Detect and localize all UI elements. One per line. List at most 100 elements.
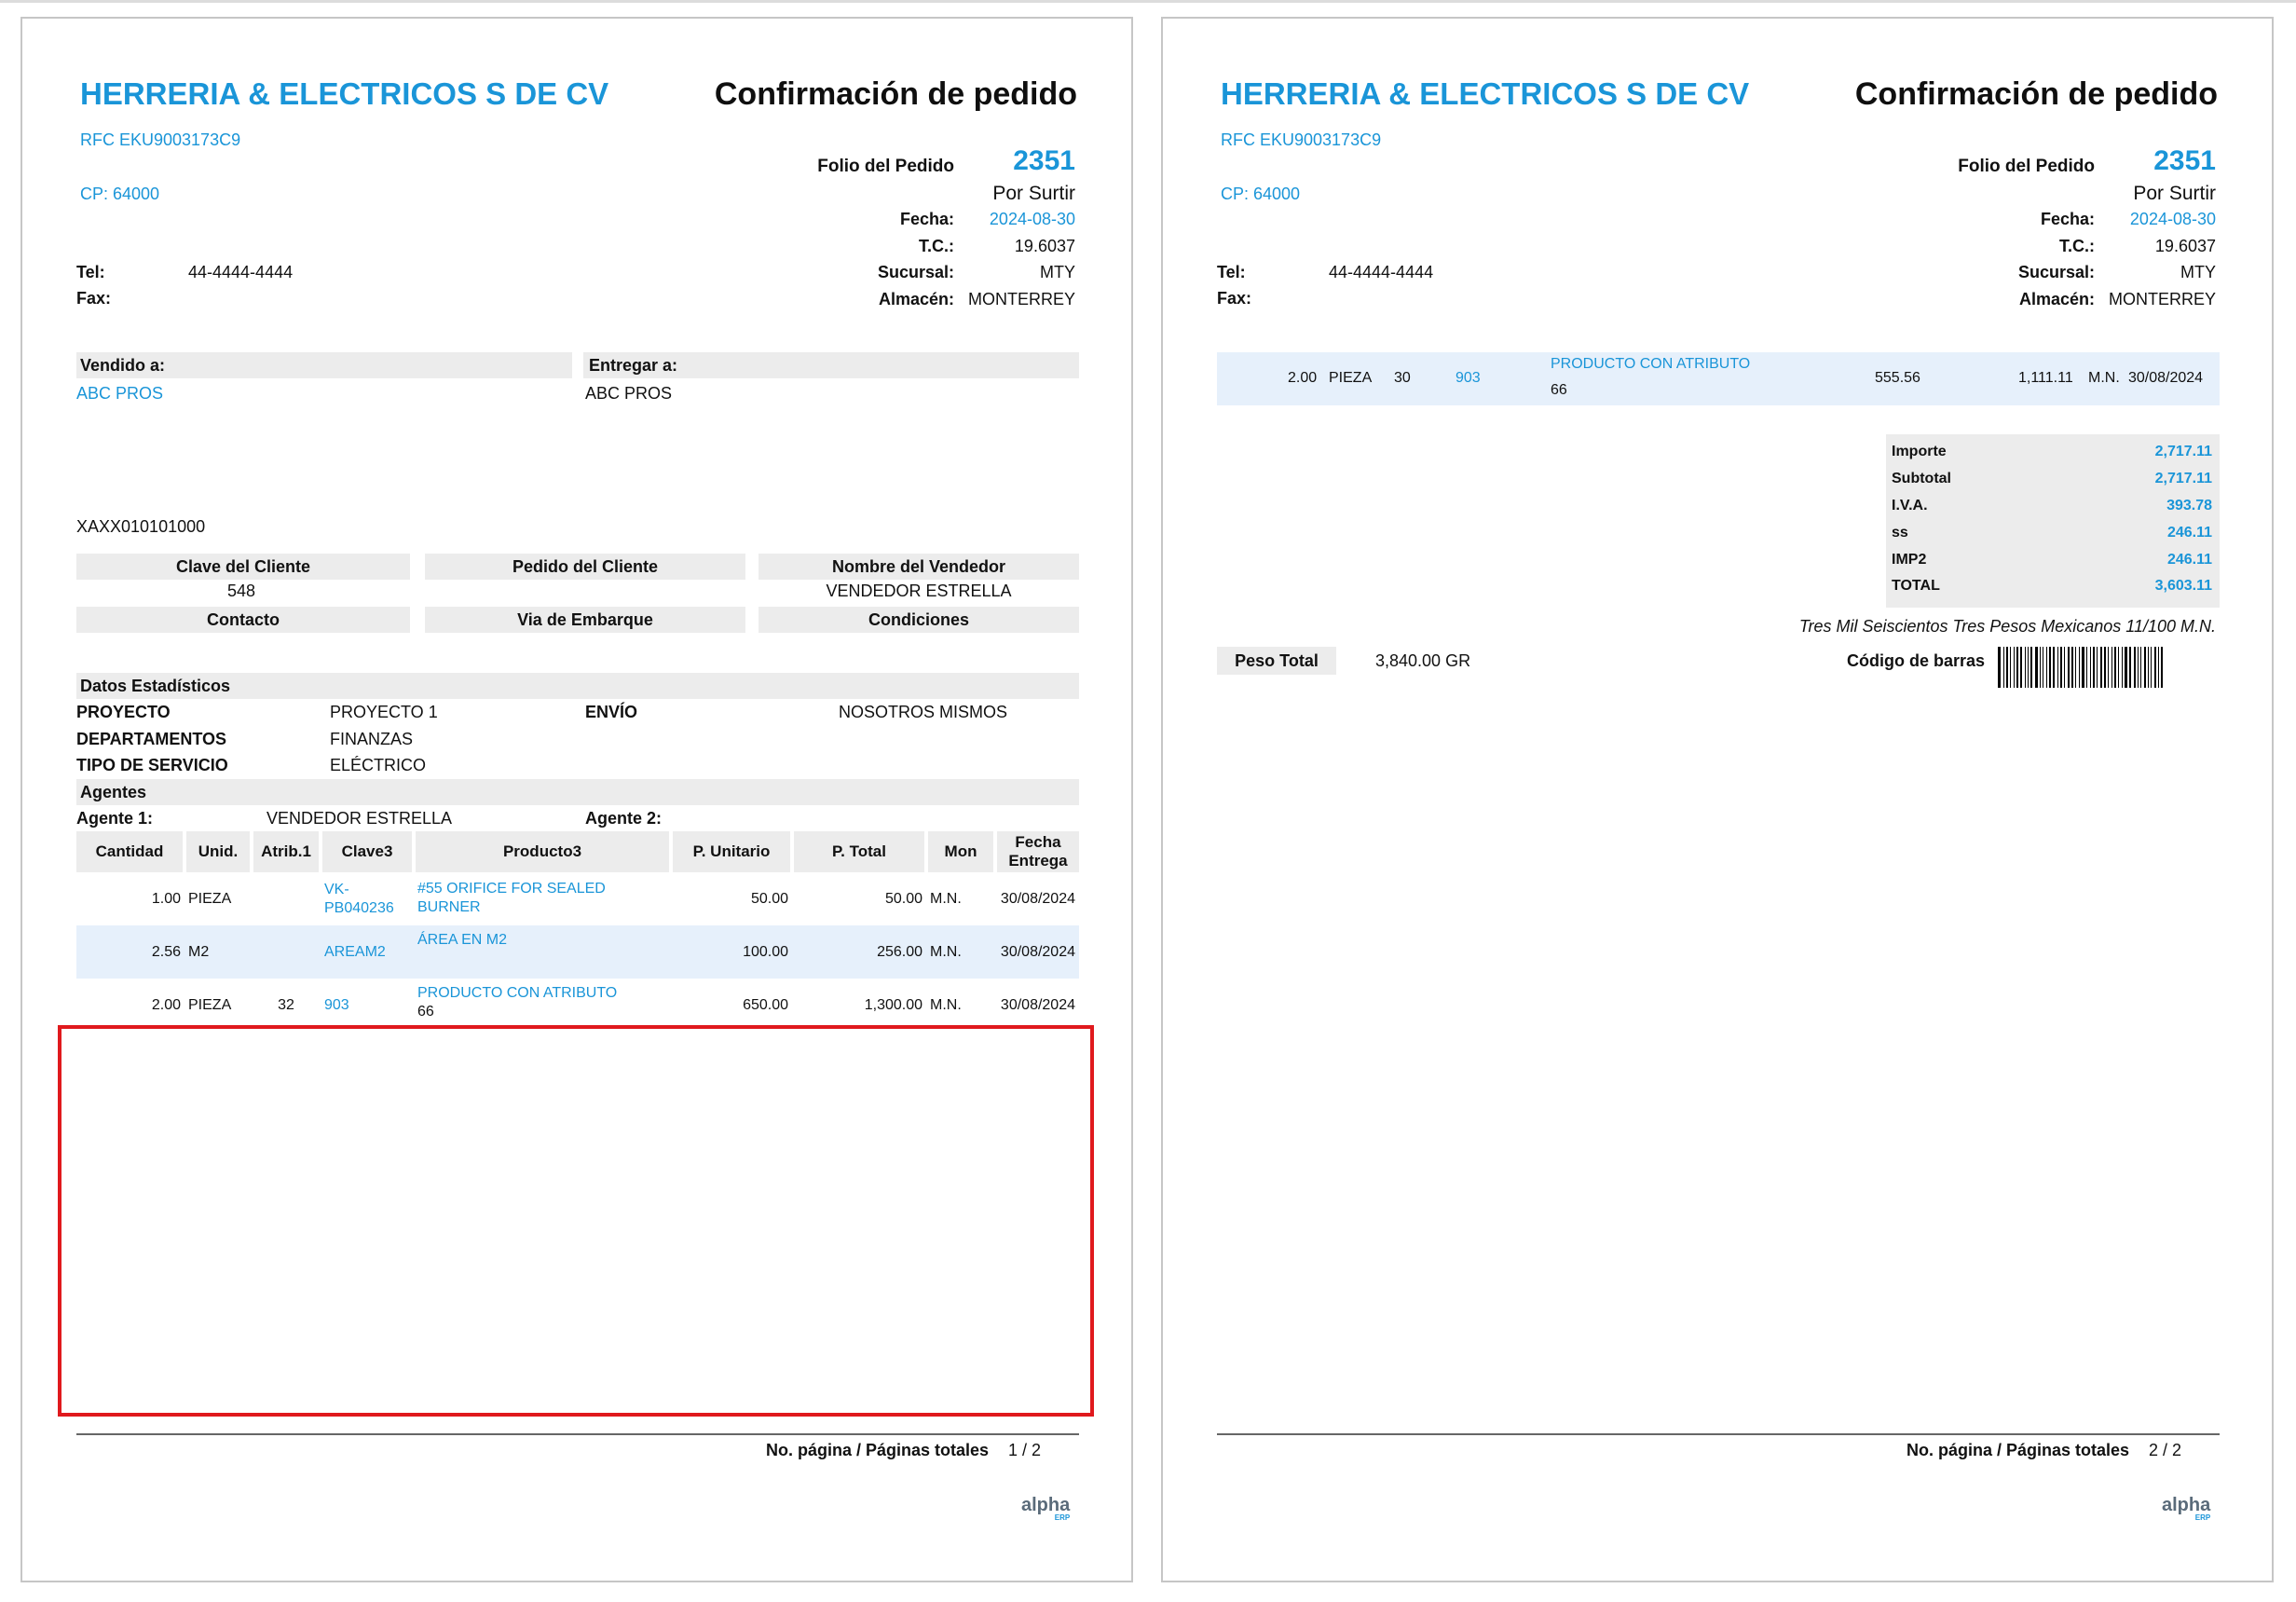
sucursal-label: Sucursal: [2017, 263, 2095, 281]
pedido-cliente-label: Pedido del Cliente [425, 554, 745, 580]
row-unit: PIEZA [188, 890, 232, 907]
order-status: Por Surtir [2133, 183, 2216, 204]
col-fecha-entrega: Fecha Entrega [995, 831, 1079, 872]
departamentos-label: DEPARTAMENTOS [76, 730, 227, 748]
items-table: Cantidad Unid. Atrib.1 Clave3 Producto3 … [76, 831, 1079, 1032]
company-rfc: RFC EKU9003173C9 [80, 130, 241, 149]
document-page-1: HERRERIA & ELECTRICOS S DE CV Confirmaci… [20, 17, 1133, 1582]
clave-cliente-value: 548 [226, 582, 256, 600]
importe-value: 2,717.11 [2154, 444, 2212, 459]
iva-label: I.V.A. [1892, 498, 1928, 513]
tipo-servicio-label: TIPO DE SERVICIO [76, 756, 228, 774]
row-punit: 555.56 [1875, 370, 1920, 386]
order-status: Por Surtir [992, 183, 1075, 204]
row-ptotal: 1,300.00 [864, 996, 922, 1013]
row-fecha: 30/08/2024 [995, 925, 1079, 979]
row-fecha: 30/08/2024 [1000, 996, 1075, 1013]
subtotal-value: 2,717.11 [2154, 471, 2212, 486]
row-producto: ÁREA EN M2 [414, 925, 671, 979]
peso-total-label: Peso Total [1217, 647, 1336, 675]
fecha-value: 2024-08-30 [2129, 210, 2216, 228]
almacen-value: MONTERREY [967, 290, 1075, 308]
envio-value: NOSOTROS MISMOS [839, 703, 1008, 721]
agents-title: Agentes [80, 783, 147, 801]
row-producto-attr: 66 [1551, 382, 1567, 398]
col-moneda: Mon [926, 831, 997, 872]
departamentos-value: FINANZAS [330, 730, 414, 748]
document-title: Confirmación de pedido [714, 76, 1077, 112]
row-clave: 903 [1456, 370, 1481, 386]
folio-label: Folio del Pedido [817, 157, 954, 176]
ss-value: 246.11 [2166, 525, 2212, 541]
row-moneda: M.N. [2088, 370, 2120, 386]
table-header-row: Cantidad Unid. Atrib.1 Clave3 Producto3 … [76, 831, 1079, 872]
row-quantity: 2.00 [151, 996, 181, 1013]
row-producto: PRODUCTO CON ATRIBUTO 66 [417, 985, 618, 1020]
fax-label: Fax: [1217, 289, 1252, 308]
vendedor-value: VENDEDOR ESTRELLA [826, 582, 1012, 600]
imp2-label: IMP2 [1892, 552, 1927, 568]
company-rfc: RFC EKU9003173C9 [1221, 130, 1382, 149]
col-precio-total: P. Total [792, 831, 928, 872]
vendedor-label: Nombre del Vendedor [758, 554, 1079, 580]
entregar-label: Entregar a: [589, 356, 678, 375]
row-clave: AREAM2 [321, 925, 414, 979]
total-in-words: Tres Mil Seiscientos Tres Pesos Mexicano… [1798, 617, 2216, 636]
page-number-value: 2 / 2 [2149, 1441, 2182, 1459]
almacen-label: Almacén: [2018, 290, 2095, 308]
envio-label: ENVÍO [585, 703, 638, 721]
fecha-value: 2024-08-30 [989, 210, 1075, 228]
imp2-value: 246.11 [2166, 552, 2212, 568]
col-cantidad: Cantidad [76, 831, 186, 872]
stats-title: Datos Estadísticos [80, 677, 231, 695]
tc-value: 19.6037 [1014, 237, 1075, 255]
col-clave: Clave3 [321, 831, 416, 872]
agente1-value: VENDEDOR ESTRELLA [266, 809, 453, 828]
tc-label: T.C.: [2059, 237, 2095, 255]
via-embarque-label: Via de Embarque [425, 607, 745, 633]
empty-area-highlight [58, 1025, 1094, 1417]
row-punit: 650.00 [743, 996, 788, 1013]
company-name: HERRERIA & ELECTRICOS S DE CV [80, 76, 609, 111]
logo-text: alpha [2162, 1495, 2211, 1515]
table-row: 1.00 PIEZA VK-PB040236 #55 ORIFICE FOR S… [76, 872, 1079, 925]
row-quantity: 2.56 [76, 925, 184, 979]
row-unit: PIEZA [1329, 370, 1373, 386]
footer-divider [1217, 1433, 2220, 1435]
row-quantity: 1.00 [151, 890, 181, 907]
agente2-label: Agente 2: [585, 809, 663, 828]
sucursal-label: Sucursal: [877, 263, 954, 281]
row-attr: 32 [278, 996, 294, 1013]
fecha-label: Fecha: [2040, 210, 2095, 228]
company-name: HERRERIA & ELECTRICOS S DE CV [1221, 76, 1750, 111]
row-ptotal: 1,111.11 [2018, 370, 2073, 386]
barcode-image [1998, 647, 2166, 688]
folio-value: 2351 [1013, 145, 1075, 176]
col-precio-unitario: P. Unitario [671, 831, 794, 872]
tel-label: Tel: [1217, 263, 1246, 281]
document-title: Confirmación de pedido [1854, 76, 2218, 112]
row-moneda: M.N. [926, 925, 995, 979]
agents-header-bg [76, 779, 1079, 805]
tel-label: Tel: [76, 263, 105, 281]
row-unit: M2 [184, 925, 252, 979]
iva-value: 393.78 [2166, 498, 2212, 513]
row-unit: PIEZA [188, 996, 232, 1013]
table-row: 2.00 PIEZA 32 903 PRODUCTO CON ATRIBUTO 6… [76, 979, 1079, 1032]
row-moneda: M.N. [930, 890, 962, 907]
row-producto: #55 ORIFICE FOR SEALED BURNER [417, 881, 606, 915]
fax-label: Fax: [76, 289, 112, 308]
proyecto-label: PROYECTO [76, 703, 171, 721]
contacto-label: Contacto [76, 607, 410, 633]
row-attr [252, 872, 321, 925]
document-page-2: HERRERIA & ELECTRICOS S DE CV Confirmaci… [1161, 17, 2274, 1582]
col-unidad: Unid. [184, 831, 253, 872]
barcode-label: Código de barras [1847, 651, 1986, 670]
logo-text: alpha [1021, 1495, 1071, 1515]
table-row: 2.56 M2 AREAM2 ÁREA EN M2 100.00 256.00 … [76, 925, 1079, 979]
row-punit: 100.00 [671, 925, 792, 979]
company-cp: CP: 64000 [1221, 185, 1301, 203]
sucursal-value: MTY [2180, 263, 2216, 281]
page-number-label: No. página / Páginas totales [1906, 1441, 2130, 1459]
row-quantity: 2.00 [1288, 370, 1318, 386]
